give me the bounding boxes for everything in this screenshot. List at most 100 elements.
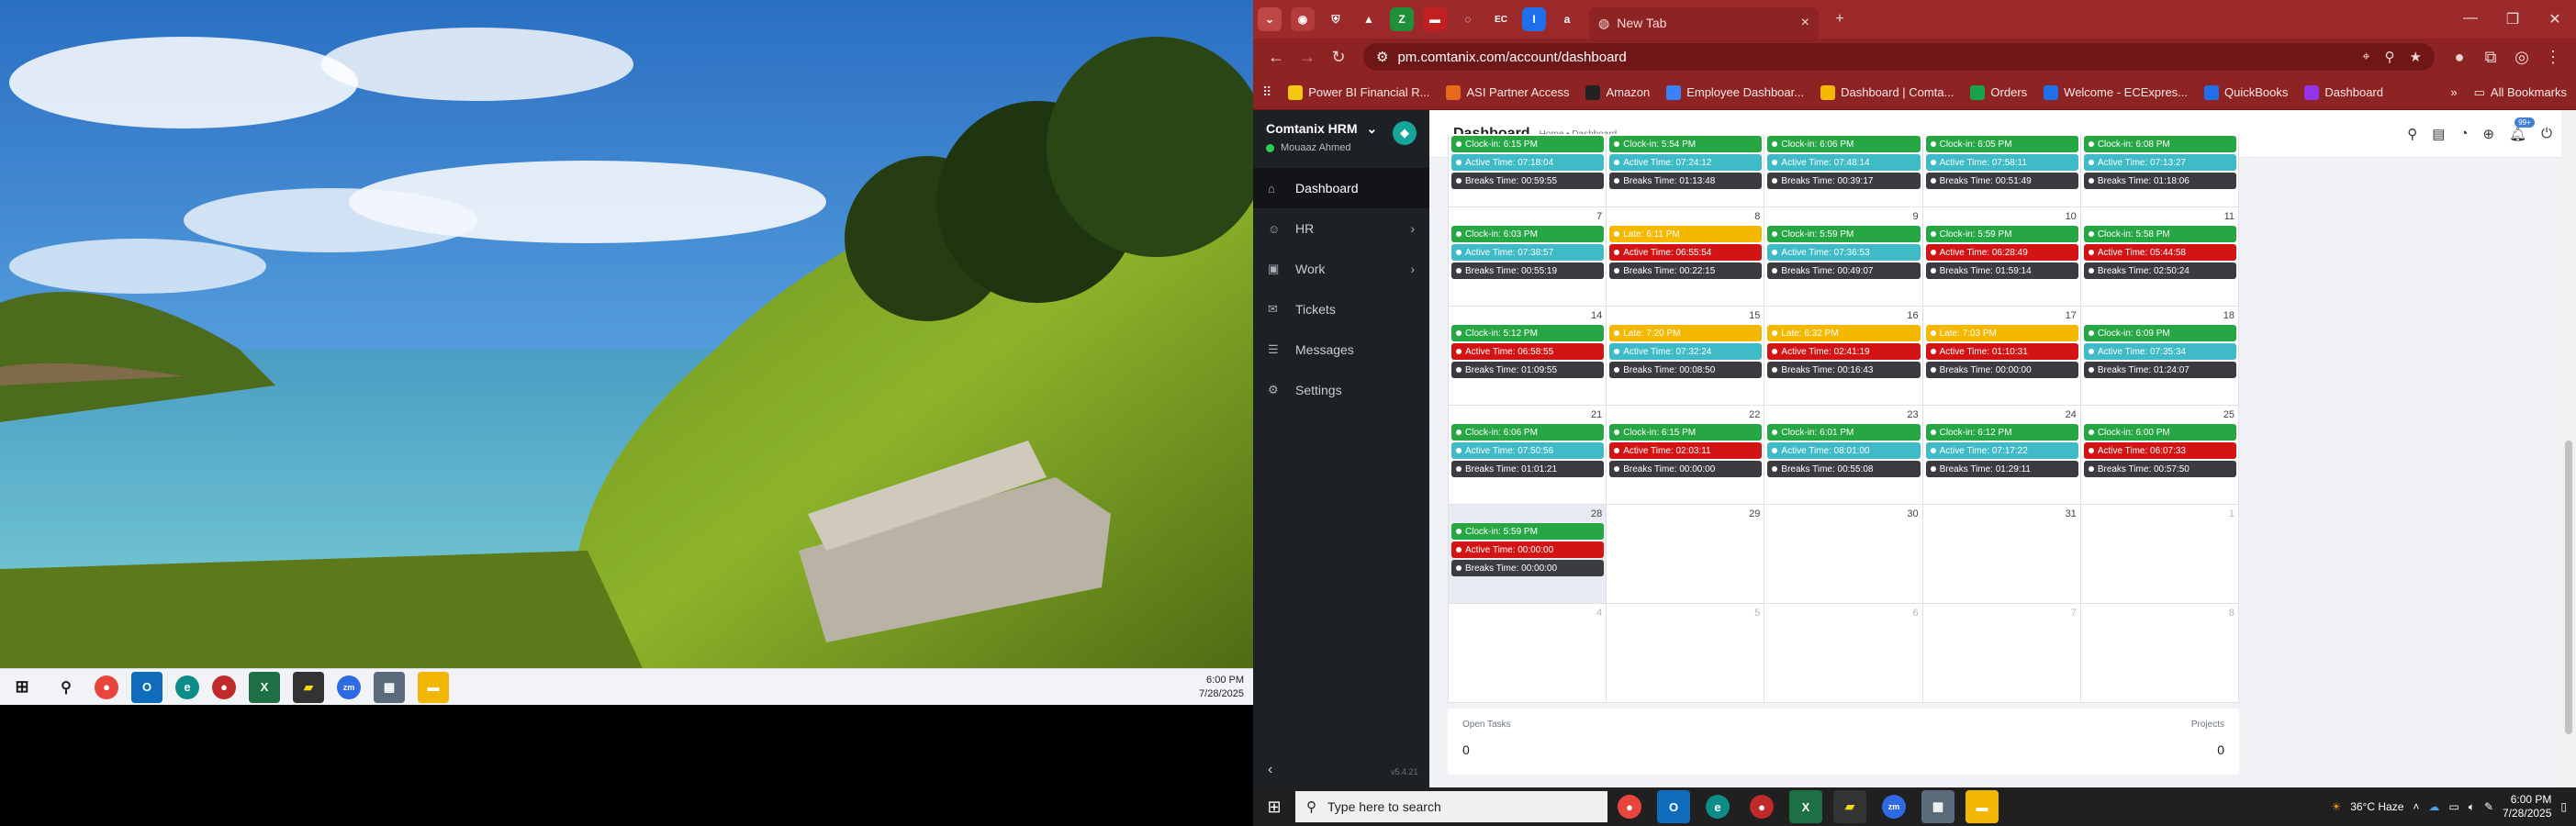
attendance-event[interactable]: Clock-in: 5:59 PM [1925,226,2078,242]
attendance-event[interactable]: Active Time: 02:03:11 [1609,442,1763,459]
bookmark-item[interactable]: QuickBooks [2204,84,2288,100]
attendance-event[interactable]: Active Time: 07:48:14 [1767,154,1921,171]
add-icon[interactable]: ⊕ [2483,126,2495,142]
windows-start-icon[interactable]: ⊞ [1253,798,1295,817]
attendance-event[interactable]: Clock-in: 6:15 PM [1609,424,1763,441]
location-icon[interactable]: ⌖ [2362,49,2369,65]
bookmark-item[interactable]: Orders [1970,84,2027,100]
active-tab[interactable]: ◍ New Tab × [1589,7,1819,39]
search-icon[interactable]: ⚲ [2407,126,2417,142]
attendance-event[interactable]: Active Time: 06:58:55 [1451,343,1605,360]
attendance-event[interactable]: Breaks Time: 00:22:15 [1609,262,1763,279]
bookmark-item[interactable]: Amazon [1585,84,1650,100]
pinned-tab-9[interactable]: a [1555,7,1579,31]
bookmark-item[interactable]: Dashboard [2304,84,2383,100]
calendar-day[interactable]: 8 [2080,604,2240,703]
more-bookmarks-icon[interactable]: » [2450,85,2457,99]
attendance-event[interactable]: Active Time: 00:00:00 [1451,541,1605,558]
attendance-event[interactable]: Active Time: 06:07:33 [2083,442,2237,459]
calendar-day[interactable]: 5 [1607,604,1765,703]
clock-icon[interactable]: ◔ [2459,126,2468,141]
pinned-tab-2[interactable]: ⛨ [1324,7,1348,31]
attendance-event[interactable]: Clock-in: 6:06 PM [1767,136,1921,152]
zoom-icon[interactable]: ⚲ [2385,49,2395,65]
sidebar-item-hr[interactable]: ☺ HR › [1253,208,1429,249]
all-bookmarks[interactable]: ▭ All Bookmarks [2474,85,2567,100]
attendance-event[interactable]: Clock-in: 6:06 PM [1451,424,1605,441]
bookmark-star-icon[interactable]: ★ [2410,49,2422,65]
calendar-day[interactable]: 25 Clock-in: 6:00 PM Active Time: 06:07:33… [2080,406,2240,505]
calendar-day[interactable]: 7 [1922,604,2081,703]
bookmark-item[interactable]: Welcome - ECExpres... [2044,84,2188,100]
calendar-day[interactable]: 30 [1764,505,1923,604]
attendance-event[interactable]: Breaks Time: 00:49:07 [1767,262,1921,279]
calendar-day[interactable]: 16 Late: 6:32 PM Active Time: 02:41:19 Brea… [1764,307,1923,406]
pinned-tab-1[interactable]: ◉ [1291,7,1315,31]
chrome-profile-icon[interactable]: ● [1750,795,1774,819]
close-tab-icon[interactable]: × [1801,15,1809,31]
bookmark-item[interactable]: ASI Partner Access [1446,84,1569,100]
attendance-event[interactable]: Breaks Time: 00:00:00 [1609,461,1763,477]
chrome-icon[interactable]: ● [95,675,118,699]
attendance-event[interactable]: Late: 7:20 PM [1609,325,1763,341]
calendar-day[interactable]: 11 Clock-in: 5:58 PM Active Time: 05:44:58… [2080,207,2240,307]
attendance-event[interactable]: Breaks Time: 01:01:21 [1451,461,1605,477]
edge-icon[interactable]: e [175,675,199,699]
chrome-menu-icon[interactable]: ⋮ [2537,48,2569,67]
attendance-event[interactable]: Clock-in: 5:59 PM [1451,523,1605,540]
pinned-tab-7[interactable]: EC [1489,7,1513,31]
left-clock[interactable]: 6:00 PM 7/28/2025 [1199,674,1244,701]
calendar-day[interactable]: 15 Late: 7:20 PM Active Time: 07:32:24 Brea… [1607,307,1765,406]
sticky-notes-icon[interactable]: ▰ [1833,790,1866,823]
power-icon[interactable]: ⏻ [2541,126,2552,141]
calendar-day[interactable]: 1 [2080,505,2240,604]
attendance-event[interactable]: Clock-in: 6:12 PM [1925,424,2078,441]
bookmark-item[interactable]: Employee Dashboar... [1666,84,1804,100]
attendance-event[interactable]: Active Time: 06:55:54 [1609,244,1763,261]
attendance-event[interactable]: Breaks Time: 01:13:48 [1609,173,1763,189]
attendance-event[interactable]: Active Time: 07:17:22 [1925,442,2078,459]
projects-value[interactable]: 0 [2191,742,2224,757]
attendance-event[interactable]: Clock-in: 6:08 PM [2083,136,2237,152]
collapse-sidebar-icon[interactable]: ‹ [1268,762,1272,778]
extensions-icon[interactable]: ⧉ [2475,48,2506,67]
attendance-event[interactable]: Active Time: 05:44:58 [2083,244,2237,261]
bookmark-item[interactable]: Power BI Financial R... [1288,84,1429,100]
attendance-event[interactable]: Active Time: 06:28:49 [1925,244,2078,261]
weather-text[interactable]: 36°C Haze [2350,800,2403,813]
zoom-icon[interactable]: zm [1882,795,1906,819]
attendance-event[interactable]: Late: 6:11 PM [1609,226,1763,242]
calendar-day[interactable]: 10 Clock-in: 5:59 PM Active Time: 06:28:49… [1922,207,2081,307]
attendance-event[interactable]: Clock-in: 6:03 PM [1451,226,1605,242]
sidebar-item-settings[interactable]: ⚙ Settings [1253,370,1429,410]
attendance-event[interactable]: Clock-in: 6:05 PM [1925,136,2078,152]
tasks-icon[interactable]: ▤ [2432,126,2445,142]
attendance-event[interactable]: Breaks Time: 00:16:43 [1767,362,1921,378]
back-icon[interactable]: ← [1260,48,1292,67]
volume-icon[interactable]: 🔈︎ [2469,800,2475,814]
attendance-event[interactable]: Clock-in: 5:12 PM [1451,325,1605,341]
calendar-day[interactable]: 23 Clock-in: 6:01 PM Active Time: 08:01:00… [1764,406,1923,505]
chrome-icon[interactable]: ● [1618,795,1641,819]
apps-grid-icon[interactable]: ⠿ [1262,84,1271,100]
open-tasks-value[interactable]: 0 [1462,742,2224,757]
attendance-event[interactable]: Active Time: 07:24:12 [1609,154,1763,171]
attendance-event[interactable]: Active Time: 07:32:24 [1609,343,1763,360]
attendance-event[interactable]: Breaks Time: 01:59:14 [1925,262,2078,279]
attendance-event[interactable]: Breaks Time: 01:29:11 [1925,461,2078,477]
attendance-event[interactable]: Clock-in: 6:00 PM [2083,424,2237,441]
attendance-event[interactable]: Active Time: 02:41:19 [1767,343,1921,360]
attendance-event[interactable]: Breaks Time: 02:50:24 [2083,262,2237,279]
reload-icon[interactable]: ↻ [1323,48,1354,67]
calendar-day[interactable]: 6 [1764,604,1923,703]
pinned-tab-8[interactable]: I [1522,7,1546,31]
attendance-event[interactable]: Active Time: 01:10:31 [1925,343,2078,360]
chrome-profile-icon[interactable]: ● [212,675,236,699]
minimize-icon[interactable]: — [2449,10,2492,28]
calendar-day[interactable]: 21 Clock-in: 6:06 PM Active Time: 07:50:56… [1449,406,1607,505]
calendar-day[interactable]: 17 Late: 7:03 PM Active Time: 01:10:31 Brea… [1922,307,2081,406]
calendar-day[interactable]: 7 Clock-in: 6:03 PM Active Time: 07:38:57 B… [1449,207,1607,307]
tab-search-icon[interactable]: ⌄ [1258,7,1282,31]
attendance-event[interactable]: Breaks Time: 00:55:08 [1767,461,1921,477]
calendar-day[interactable]: Clock-in: 6:15 PM Active Time: 07:18:04 Br… [1449,134,1607,207]
